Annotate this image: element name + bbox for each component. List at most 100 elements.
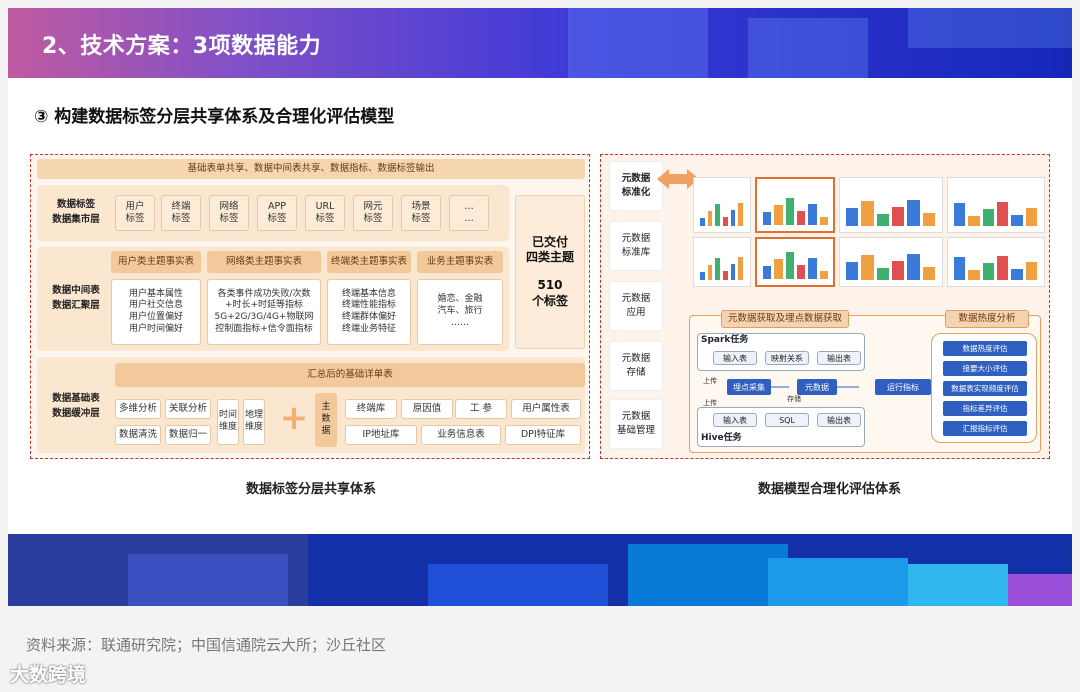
thumb-bar xyxy=(819,217,828,225)
thumb-bar xyxy=(876,214,889,226)
library-box: 原因值 xyxy=(401,399,453,419)
footer-banner xyxy=(8,534,1072,606)
tag-box: 终端 标签 xyxy=(161,195,201,231)
side-box-line4: 个标签 xyxy=(531,293,568,308)
slide: 2、技术方案：3项数据能力 ③ 构建数据标签分层共享体系及合理化评估模型 基础表… xyxy=(8,8,1072,606)
right-caption: 数据模型合理化评估体系 xyxy=(758,482,902,497)
topic-body: 用户基本属性 用户社交信息 用户位置偏好 用户时间偏好 xyxy=(111,279,201,345)
thumb-bar xyxy=(715,204,720,226)
library-box: 业务信息表 xyxy=(421,425,501,445)
thumb-bar xyxy=(968,270,980,280)
thumb-bar xyxy=(861,201,874,226)
thumb-bar xyxy=(997,202,1009,226)
model-eval-diagram: 元数据 标准化 元数据 标准库 元数据 应用 元数据 存储 元数据 基础管理 元数据获取… xyxy=(600,154,1050,459)
thumb-bar xyxy=(808,258,817,279)
thumb-bar xyxy=(907,254,920,280)
meta-side-item: 元数据 标准化 xyxy=(609,161,663,211)
topic-body: 终端基本信息 终端性能指标 终端群体偏好 终端业务特征 xyxy=(327,279,411,345)
tag-box: URL 标签 xyxy=(305,195,345,231)
dimension-box: 时间 维度 xyxy=(217,399,239,445)
thumb-bar xyxy=(819,271,828,279)
output-bar: 基础表单共享、数据中间表共享、数据指标、数据标签输出 xyxy=(37,159,585,179)
layer-aggregate-label: 数据中间表 数据汇聚层 xyxy=(52,285,100,312)
plus-sign: + xyxy=(279,397,309,438)
dashboard-thumbnail xyxy=(693,177,751,233)
data-tag-diagram: 基础表单共享、数据中间表共享、数据指标、数据标签输出 数据标签 数据集市层 用户… xyxy=(30,154,590,459)
tag-box: … … xyxy=(449,195,489,231)
heat-item: 数据热度评估 xyxy=(943,341,1027,356)
thumb-bar xyxy=(785,252,794,279)
library-box: 用户属性表 xyxy=(511,399,581,419)
source-note: 资料来源：联通研究院；中国信通院云大所；沙丘社区 xyxy=(26,636,387,654)
side-box-line2: 四类主题 xyxy=(525,250,574,265)
thumb-bar xyxy=(982,209,994,226)
topic-body: 婚恋、金融 汽车、旅行 …… xyxy=(417,279,503,345)
thumb-bar xyxy=(1025,262,1037,280)
topic-head: 网络类主题事实表 xyxy=(207,251,321,273)
thumb-bar xyxy=(1011,215,1023,226)
dashboard-thumbnail xyxy=(947,177,1045,233)
side-box-line1: 已交付 xyxy=(531,234,568,249)
thumb-bar xyxy=(707,265,713,280)
topic-head: 用户类主题事实表 xyxy=(111,251,201,273)
thumb-bar xyxy=(730,264,736,280)
layer-base-label: 数据基础表 数据缓冲层 xyxy=(52,393,100,420)
thumb-bar xyxy=(846,262,859,280)
watermark-logo: 大数跨境 xyxy=(10,664,87,686)
thumb-bar xyxy=(715,258,720,280)
title-banner: 2、技术方案：3项数据能力 xyxy=(8,8,1072,78)
heat-item: 汇报指标评估 xyxy=(943,421,1027,436)
thumb-bar xyxy=(922,267,935,280)
thumb-bar xyxy=(774,259,783,279)
thumb-bar xyxy=(861,255,874,280)
topic-head: 业务主题事实表 xyxy=(417,251,503,273)
left-caption: 数据标签分层共享体系 xyxy=(246,482,377,497)
dimension-box: 地理 维度 xyxy=(243,399,265,445)
heat-item: 数据表实现频度评估 xyxy=(943,381,1027,396)
meta-side-item: 元数据 应用 xyxy=(609,281,663,331)
thumb-bar xyxy=(968,216,980,226)
thumb-bar xyxy=(797,211,806,225)
thumb-bar xyxy=(730,210,736,226)
thumb-bar xyxy=(797,265,806,279)
thumb-bar xyxy=(846,208,859,226)
section-subtitle: ③ 构建数据标签分层共享体系及合理化评估模型 xyxy=(34,107,395,127)
dashboard-thumbnail xyxy=(755,177,835,233)
meta-side-item: 元数据 标准库 xyxy=(609,221,663,271)
thumb-bar xyxy=(982,263,994,280)
tool-box: 数据归一 xyxy=(165,425,211,445)
tool-box: 关联分析 xyxy=(165,399,211,419)
library-box: IP地址库 xyxy=(345,425,417,445)
thumb-bar xyxy=(785,198,794,225)
thumb-bar xyxy=(723,217,728,226)
dashboard-thumbnail xyxy=(947,237,1045,287)
thumb-bar xyxy=(808,204,817,225)
library-box: 终端库 xyxy=(345,399,397,419)
meta-side-item: 元数据 存储 xyxy=(609,341,663,391)
thumb-bar xyxy=(738,257,743,280)
main-data-box: 主 数 据 xyxy=(315,393,337,447)
heat-item: 接要大小评估 xyxy=(943,361,1027,376)
thumb-bar xyxy=(892,261,905,280)
thumb-bar xyxy=(707,211,713,226)
summary-bar: 汇总后的基础详单表 xyxy=(115,363,585,387)
tool-box: 数据清洗 xyxy=(115,425,161,445)
side-box-line3: 510 xyxy=(537,278,563,292)
tag-box: APP 标签 xyxy=(257,195,297,231)
topic-body: 各类事件成功失败/次数 +时长+时延等指标 5G+2G/3G/4G+物联网 控制… xyxy=(207,279,321,345)
thumb-bar xyxy=(954,257,966,280)
thumb-bar xyxy=(763,266,772,279)
dashboard-thumbnail xyxy=(839,177,943,233)
dashboard-thumbnail xyxy=(839,237,943,287)
summary-side-box: 已交付 四类主题 510 个标签 xyxy=(515,195,585,349)
topic-head: 终端类主题事实表 xyxy=(327,251,411,273)
thumb-bar xyxy=(763,212,772,225)
dashboard-thumbnail xyxy=(755,237,835,287)
thumb-bar xyxy=(700,218,705,226)
thumb-bar xyxy=(1011,269,1023,280)
tag-box: 场景 标签 xyxy=(401,195,441,231)
heat-item: 指标差异评估 xyxy=(943,401,1027,416)
tag-box: 网络 标签 xyxy=(209,195,249,231)
library-box: 工 参 xyxy=(455,399,507,419)
tag-box: 用户 标签 xyxy=(115,195,155,231)
